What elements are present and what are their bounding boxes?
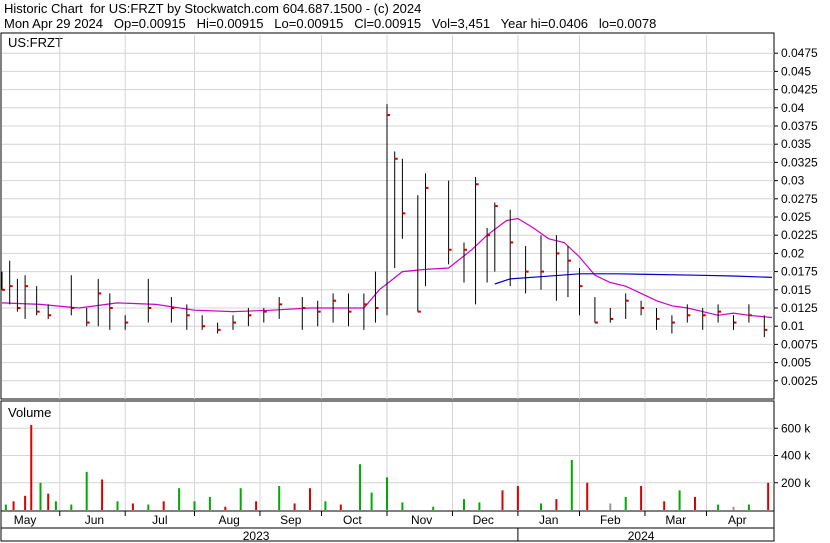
month-label: Jun bbox=[85, 513, 104, 527]
month-label: Nov bbox=[411, 513, 432, 527]
stock-chart: US:FRZT Volume 0.0475 0.045 0.0425 0.04 0.03… bbox=[0, 32, 818, 543]
price-tick-label: 0.015 bbox=[781, 283, 811, 297]
year-label: 2023 bbox=[243, 529, 270, 543]
price-tick-label: 0.0425 bbox=[781, 83, 818, 97]
month-label: Mar bbox=[665, 513, 686, 527]
month-label: May bbox=[14, 513, 37, 527]
grid-lines bbox=[2, 35, 774, 510]
price-tick-label: 0.035 bbox=[781, 137, 811, 151]
month-label: Oct bbox=[343, 513, 362, 527]
price-tick-label: 0.0075 bbox=[781, 337, 818, 351]
symbol-label: US:FRZT bbox=[8, 35, 63, 50]
volume-label: Volume bbox=[8, 405, 51, 420]
moving-average-line bbox=[494, 273, 773, 285]
price-tick-label: 0.0025 bbox=[781, 374, 818, 388]
price-tick-label: 0.03 bbox=[781, 174, 805, 188]
month-label: Jan bbox=[539, 513, 558, 527]
month-label: Jul bbox=[152, 513, 167, 527]
price-tick-label: 0.04 bbox=[781, 101, 805, 115]
price-tick-label: 0.0125 bbox=[781, 301, 818, 315]
month-label: Apr bbox=[728, 513, 747, 527]
price-tick-label: 0.025 bbox=[781, 210, 811, 224]
price-tick-label: 0.0275 bbox=[781, 192, 818, 206]
month-axis-ticks: May Jun Jul Aug Sep Oct Nov Dec Jan Feb Mar Apr 2023… bbox=[14, 511, 747, 543]
price-tick-label: 0.045 bbox=[781, 64, 811, 78]
price-tick-label: 0.02 bbox=[781, 246, 805, 260]
volume-tick-label: 400 k bbox=[781, 449, 811, 463]
month-label: Sep bbox=[280, 513, 302, 527]
month-label: Feb bbox=[600, 513, 621, 527]
price-tick-label: 0.005 bbox=[781, 356, 811, 370]
volume-axis-ticks: 600 k 400 k 200 k bbox=[774, 421, 811, 490]
price-bars bbox=[1, 104, 768, 338]
month-label: Dec bbox=[473, 513, 494, 527]
price-axis-ticks: 0.0475 0.045 0.0425 0.04 0.0375 0.035 0.0325 0.… bbox=[774, 46, 818, 388]
price-tick-label: 0.01 bbox=[781, 319, 805, 333]
price-tick-label: 0.0375 bbox=[781, 119, 818, 133]
month-label: Aug bbox=[218, 513, 239, 527]
price-tick-label: 0.0175 bbox=[781, 265, 818, 279]
price-tick-label: 0.0475 bbox=[781, 46, 818, 60]
volume-tick-label: 600 k bbox=[781, 421, 811, 435]
price-tick-label: 0.0325 bbox=[781, 155, 818, 169]
volume-tick-label: 200 k bbox=[781, 476, 811, 490]
year-label: 2024 bbox=[628, 529, 655, 543]
price-tick-label: 0.0225 bbox=[781, 228, 818, 242]
